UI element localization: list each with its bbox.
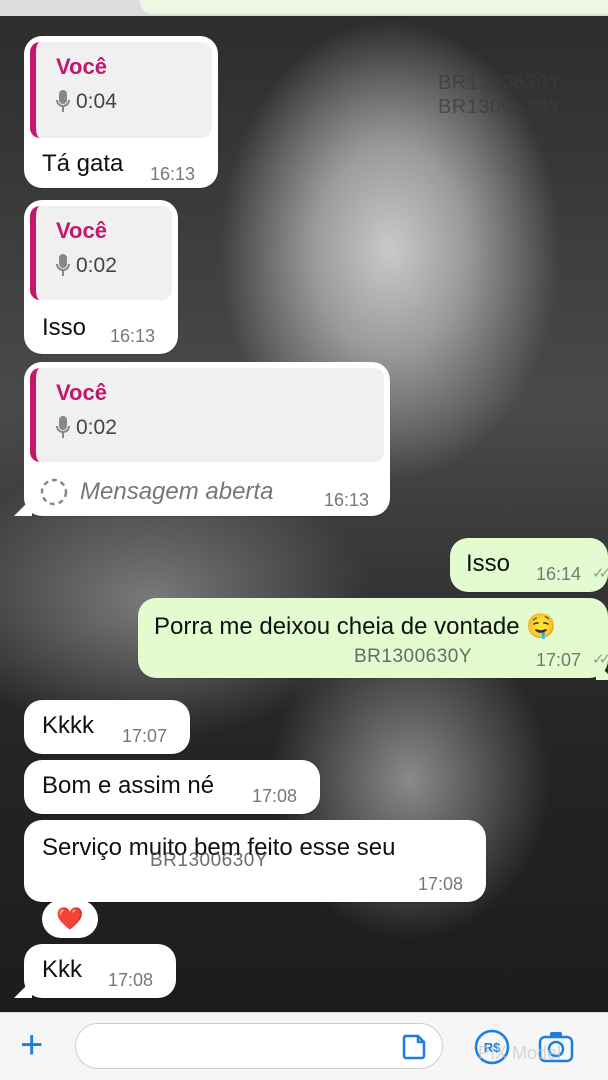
message-text: Bom e assim né <box>42 772 215 799</box>
message-time: 17:08 <box>418 874 464 894</box>
plus-icon[interactable]: + <box>20 1025 43 1065</box>
message-text: Tá gata <box>42 150 124 177</box>
message-time: 16:13 <box>110 326 156 346</box>
top-pill <box>140 0 608 14</box>
message-time: 16:13 <box>150 164 196 184</box>
message-text: Isso <box>42 314 87 341</box>
message-bubble-incoming[interactable]: Você 0:04 Tá gata 16:13 <box>24 36 218 188</box>
message-bubble-incoming[interactable]: Você 0:02 Isso 16:13 <box>24 200 178 354</box>
quote-sender: Você <box>56 54 107 79</box>
quoted-voice-message[interactable]: Você 0:02 <box>30 206 172 300</box>
message-bubble-incoming[interactable]: Serviço muito bem feito esse seu BR13006… <box>24 820 486 902</box>
message-time: 17:07 <box>536 650 582 670</box>
top-strip <box>0 0 608 16</box>
message-text: Isso <box>466 550 511 577</box>
watermark: BR1300630Y <box>354 646 473 667</box>
quote-sender: Você <box>56 218 107 243</box>
message-bubble-incoming[interactable]: Bom e assim né 17:08 <box>24 760 320 814</box>
quote-duration: 0:02 <box>76 254 117 277</box>
pix-watermark: PIX Model <box>478 1043 562 1063</box>
quoted-voice-message[interactable]: Você 0:04 <box>30 42 212 138</box>
microphone-icon <box>56 254 70 276</box>
heart-reaction-icon: ❤️ <box>56 906 84 931</box>
watermark: BR1300630Y <box>438 72 562 94</box>
message-time: 17:08 <box>108 970 154 990</box>
message-time: 16:13 <box>324 490 370 510</box>
message-bubble-incoming[interactable]: Kkk 17:08 <box>24 944 176 998</box>
message-bubble-incoming[interactable]: Você 0:02 Mensagem aberta 16:13 <box>24 362 390 516</box>
message-bubble-outgoing[interactable]: Isso 16:14 ✓✓ <box>450 538 608 592</box>
message-text: Kkk <box>42 956 83 983</box>
quoted-voice-message[interactable]: Você 0:02 <box>30 368 384 462</box>
microphone-icon <box>56 416 70 438</box>
read-ticks-icon: ✓✓ <box>592 565 608 582</box>
reaction-chip[interactable]: ❤️ <box>42 900 98 938</box>
message-time: 17:08 <box>252 786 298 806</box>
message-text-opened: Mensagem aberta <box>80 478 274 505</box>
message-input[interactable] <box>75 1023 443 1069</box>
message-bubble-outgoing[interactable]: Porra me deixou cheia de vontade 🤤 BR130… <box>138 598 608 678</box>
microphone-icon <box>56 90 70 112</box>
watermark: BR1300630Y <box>150 850 269 871</box>
message-bubble-incoming[interactable]: Kkkk 17:07 <box>24 700 190 754</box>
view-once-opened-icon <box>40 478 68 506</box>
sticker-icon[interactable] <box>398 1032 428 1062</box>
quote-sender: Você <box>56 380 107 405</box>
watermark: BR1300630Y <box>438 96 562 118</box>
message-text: Porra me deixou cheia de vontade 🤤 <box>154 613 557 640</box>
quote-duration: 0:04 <box>76 90 117 113</box>
message-time: 16:14 <box>536 564 582 584</box>
message-text: Kkkk <box>42 712 95 739</box>
quote-duration: 0:02 <box>76 416 117 439</box>
message-time: 17:07 <box>122 726 168 746</box>
